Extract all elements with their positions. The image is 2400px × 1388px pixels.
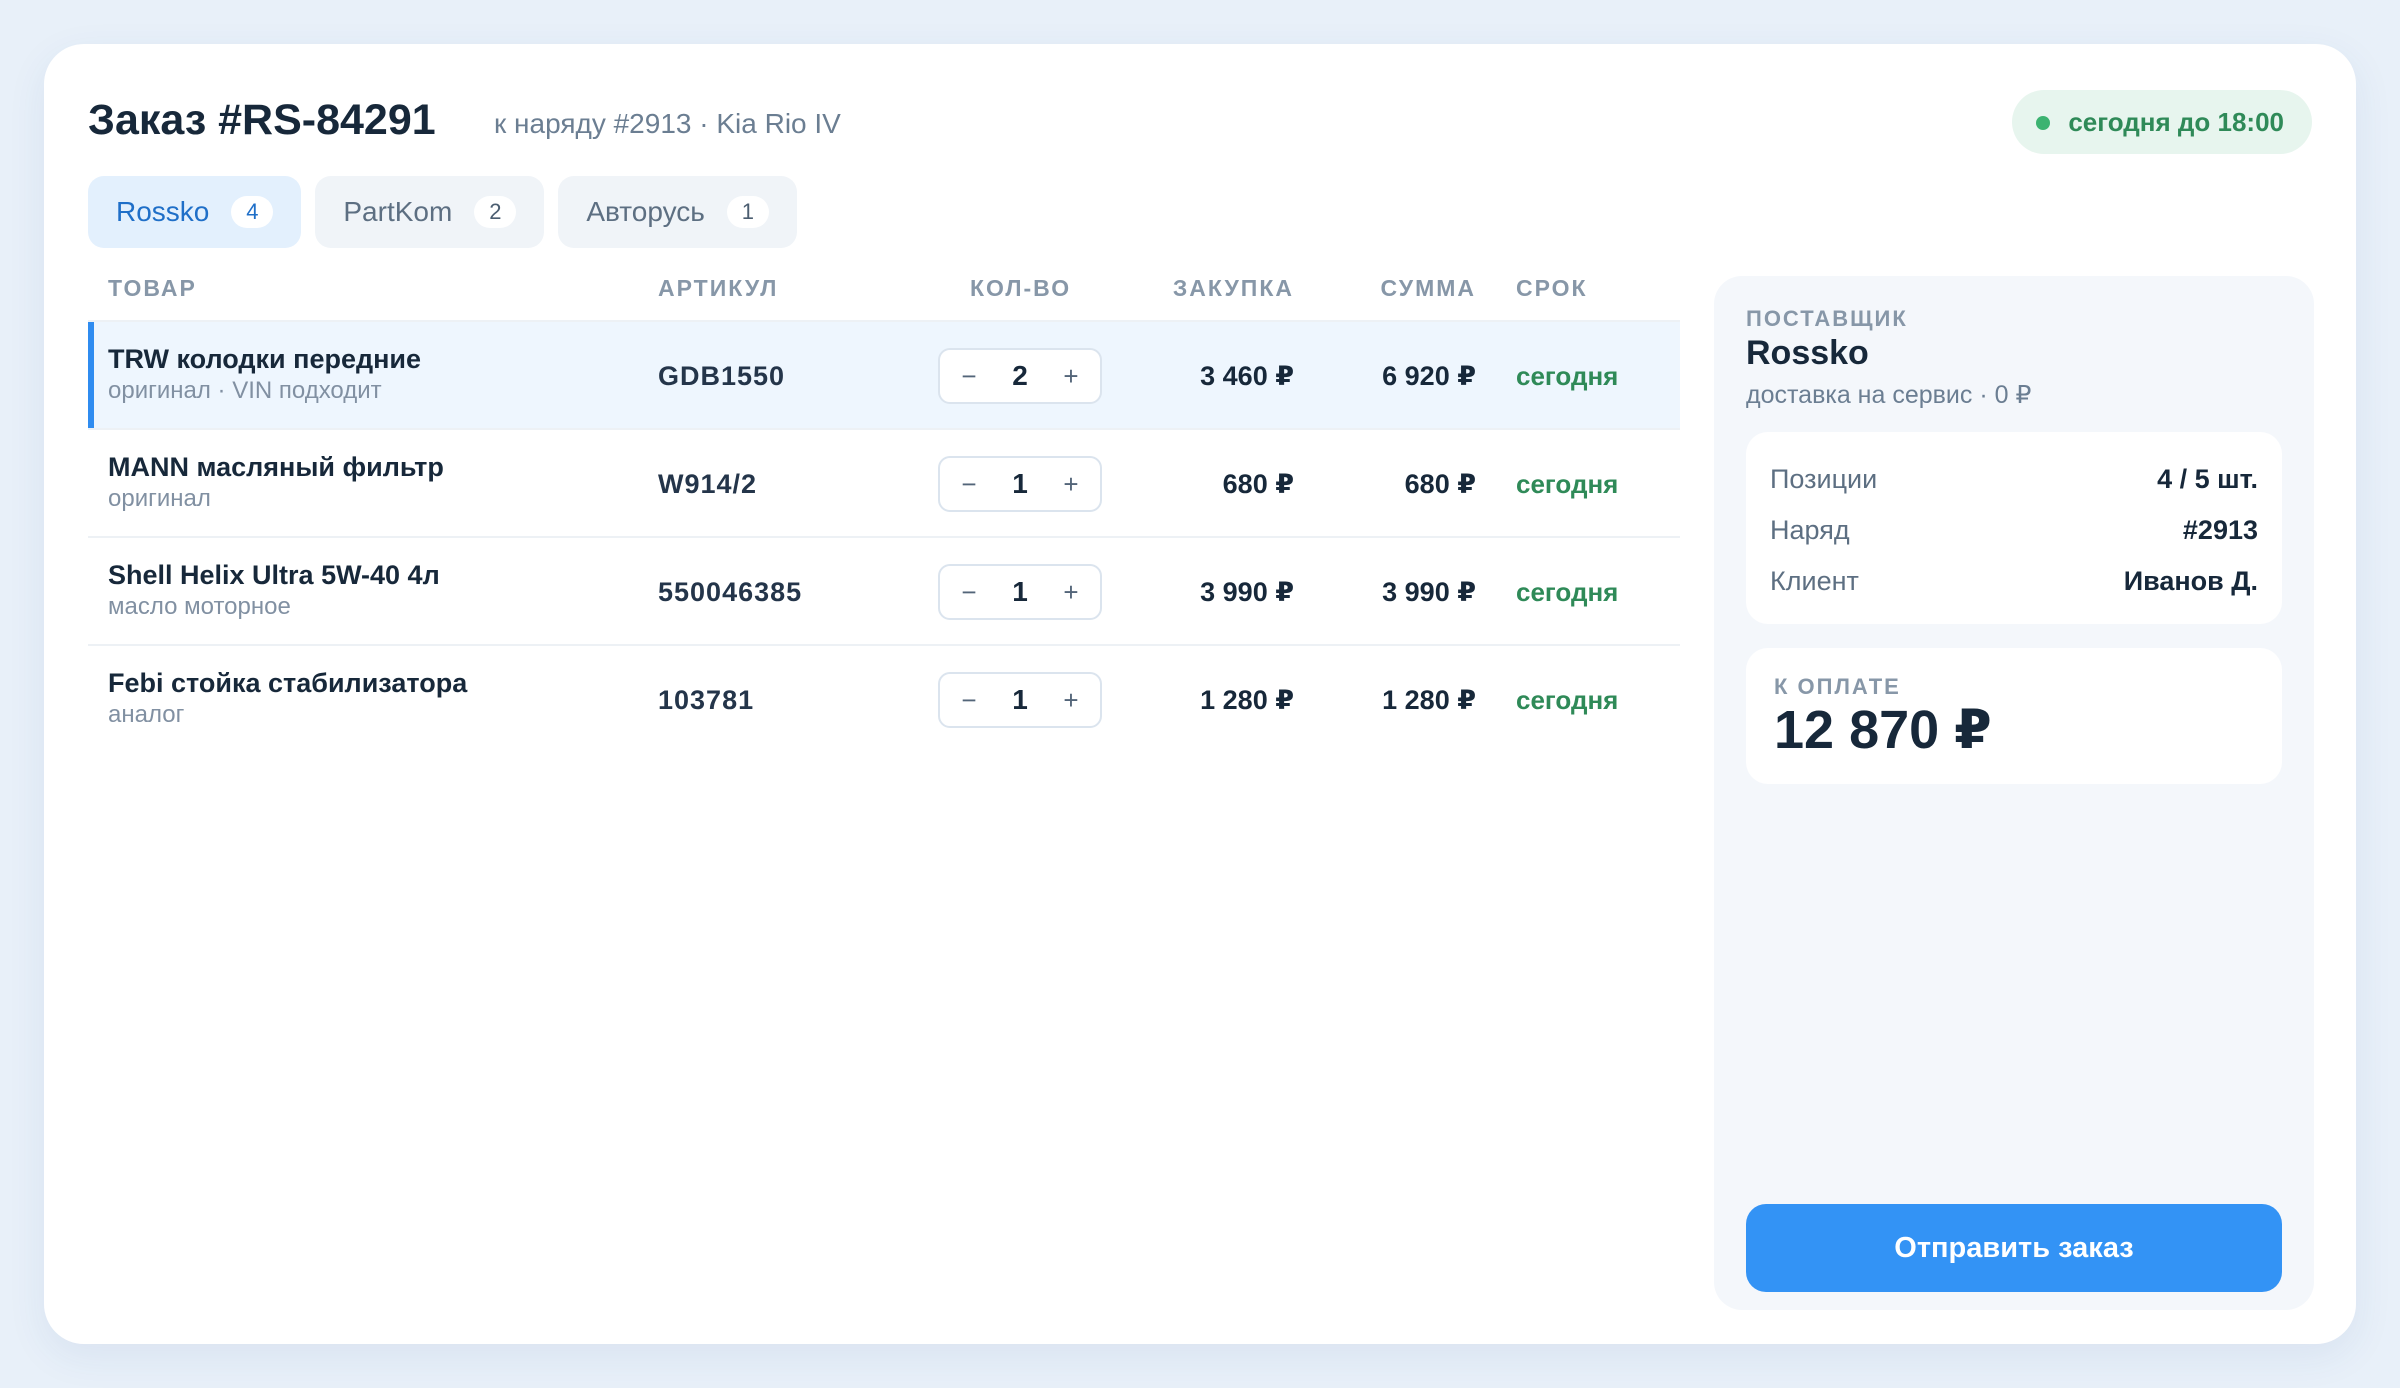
quantity-stepper: − 2 + [938, 348, 1102, 404]
increment-button[interactable]: + [1056, 350, 1086, 402]
tab-partkom[interactable]: PartKom 2 [315, 176, 545, 248]
payment-label: К ОПЛАТЕ [1774, 674, 1901, 699]
tab-label: Авторусь [586, 196, 705, 227]
header-product: ТОВАР [108, 275, 197, 301]
table-row[interactable]: Febi стойка стабилизатора аналог 103781 … [88, 644, 1680, 752]
product-cell: Febi стойка стабилизатора аналог [108, 666, 467, 730]
product-cell: MANN масляный фильтр оригинал [108, 450, 444, 514]
info-value: 4 / 5 шт. [2157, 464, 2258, 494]
tab-avtorus[interactable]: Авторусь 1 [558, 176, 797, 248]
header-price: ЗАКУПКА [1172, 275, 1294, 301]
quantity-stepper: − 1 + [938, 456, 1102, 512]
delivery-term: сегодня [1516, 361, 1619, 391]
product-cell: TRW колодки передние оригинал · VIN подх… [108, 342, 421, 406]
table-row[interactable]: Shell Helix Ultra 5W-40 4л масло моторно… [88, 536, 1680, 644]
quantity-value: 1 [1012, 576, 1028, 607]
line-sum: 680 ₽ [1404, 469, 1476, 499]
product-note: оригинал · VIN подходит [108, 377, 382, 404]
article-code: W914/2 [658, 469, 758, 499]
tab-label: PartKom [343, 196, 453, 227]
purchase-price: 3 990 ₽ [1200, 577, 1294, 607]
product-note: оригинал [108, 485, 211, 512]
line-sum: 6 920 ₽ [1382, 361, 1476, 391]
decrement-button[interactable]: − [954, 674, 984, 726]
quantity-stepper: − 1 + [938, 564, 1102, 620]
delivery-term: сегодня [1516, 685, 1619, 715]
payment-amount: 12 870 ₽ [1774, 700, 1992, 760]
info-value: Иванов Д. [2123, 566, 2258, 596]
order-items-table: ТОВАР АРТИКУЛ КОЛ-ВО ЗАКУПКА СУММА СРОК … [88, 272, 1680, 752]
header-article: АРТИКУЛ [658, 275, 779, 301]
delivery-term: сегодня [1516, 577, 1619, 607]
article-code: GDB1550 [658, 361, 786, 391]
table-row[interactable]: TRW колодки передние оригинал · VIN подх… [88, 320, 1680, 428]
header-term: СРОК [1516, 275, 1588, 301]
product-name: MANN масляный фильтр [108, 452, 444, 482]
table-header: ТОВАР АРТИКУЛ КОЛ-ВО ЗАКУПКА СУММА СРОК [88, 272, 1680, 320]
product-name: TRW колодки передние [108, 344, 422, 374]
table-row[interactable]: MANN масляный фильтр оригинал W914/2 − 1… [88, 428, 1680, 536]
increment-button[interactable]: + [1056, 674, 1086, 726]
product-cell: Shell Helix Ultra 5W-40 4л масло моторно… [108, 558, 440, 622]
quantity-value: 1 [1012, 684, 1028, 715]
article-code: 103781 [658, 685, 755, 715]
increment-button[interactable]: + [1056, 566, 1086, 618]
tab-count-badge: 2 [474, 196, 517, 228]
supplier-label: ПОСТАВЩИК [1746, 306, 1908, 331]
send-order-button[interactable]: Отправить заказ [1746, 1204, 2282, 1292]
order-info-box: Позиции 4 / 5 шт. Наряд #2913 Клиент Ива… [1746, 432, 2282, 624]
tab-rossko[interactable]: Rossko 4 [88, 176, 302, 248]
info-key: Наряд [1770, 515, 1850, 545]
quantity-stepper: − 1 + [938, 672, 1102, 728]
info-value: #2913 [2182, 515, 2258, 545]
tab-count-badge: 4 [231, 196, 274, 228]
deadline-badge: сегодня до 18:00 [2012, 90, 2312, 154]
supplier-summary-panel: ПОСТАВЩИК Rossko доставка на сервис · 0 … [1714, 276, 2314, 1310]
status-dot-icon [2036, 116, 2051, 130]
product-note: аналог [108, 701, 185, 728]
decrement-button[interactable]: − [954, 566, 984, 618]
purchase-price: 680 ₽ [1222, 469, 1294, 499]
supplier-delivery: доставка на сервис · 0 ₽ [1746, 381, 2032, 409]
decrement-button[interactable]: − [954, 350, 984, 402]
order-card: Заказ #RS-84291 к наряду #2913 · Kia Rio… [44, 44, 2356, 1344]
payment-box: К ОПЛАТЕ 12 870 ₽ [1746, 648, 2282, 784]
tab-count-badge: 1 [726, 196, 769, 228]
product-name: Shell Helix Ultra 5W-40 4л [108, 560, 440, 590]
order-header: Заказ #RS-84291 к наряду #2913 · Kia Rio… [88, 90, 2312, 154]
info-key: Позиции [1770, 464, 1878, 494]
quantity-value: 2 [1012, 360, 1028, 391]
supplier-name: Rossko [1746, 334, 1869, 372]
increment-button[interactable]: + [1056, 458, 1086, 510]
decrement-button[interactable]: − [954, 458, 984, 510]
article-code: 550046385 [658, 577, 803, 607]
purchase-price: 3 460 ₽ [1200, 361, 1294, 391]
info-key: Клиент [1770, 566, 1859, 596]
product-name: Febi стойка стабилизатора [108, 668, 468, 698]
line-sum: 1 280 ₽ [1382, 685, 1476, 715]
info-row-positions: Позиции 4 / 5 шт. [1770, 454, 2258, 505]
info-row-work-order: Наряд #2913 [1770, 505, 2258, 556]
quantity-value: 1 [1012, 468, 1028, 499]
header-sum: СУММА [1380, 275, 1476, 301]
page-title: Заказ #RS-84291 [88, 96, 436, 144]
deadline-text: сегодня до 18:00 [2068, 107, 2284, 137]
line-sum: 3 990 ₽ [1382, 577, 1476, 607]
header-qty: КОЛ-ВО [970, 275, 1072, 301]
info-row-client: Клиент Иванов Д. [1770, 556, 2258, 607]
product-note: масло моторное [108, 593, 291, 620]
supplier-tabs: Rossko 4 PartKom 2 Авторусь 1 [88, 176, 797, 248]
delivery-term: сегодня [1516, 469, 1619, 499]
tab-label: Rossko [116, 196, 210, 227]
order-subtitle: к наряду #2913 · Kia Rio IV [494, 108, 841, 139]
purchase-price: 1 280 ₽ [1200, 685, 1294, 715]
